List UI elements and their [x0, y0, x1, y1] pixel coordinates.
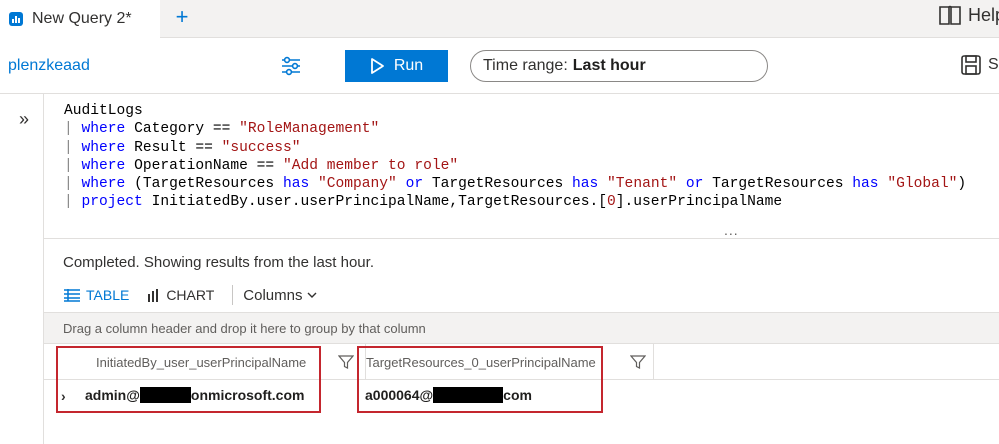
pipe-operator: | [64, 121, 82, 138]
code-string: 0 [607, 194, 616, 211]
code-string: "success" [221, 139, 301, 156]
filter-icon[interactable] [338, 354, 354, 370]
code-string: "Tenant" [607, 176, 678, 193]
code-string: "Global" [887, 176, 958, 193]
code-line[interactable]: | where Result == "success" [64, 139, 966, 157]
table-icon [64, 289, 80, 302]
code-keyword: or [685, 176, 704, 193]
code-text: OperationName == [125, 157, 283, 174]
group-by-bar[interactable]: Drag a column header and drop it here to… [44, 312, 999, 344]
tab-chart-label: CHART [166, 287, 215, 303]
run-label: Run [393, 57, 424, 74]
sliders-icon [282, 56, 300, 76]
book-icon [939, 5, 961, 25]
code-keyword: project [81, 194, 143, 211]
columns-dropdown[interactable]: Columns [243, 287, 317, 304]
editor-more-icon[interactable]: ... [724, 222, 739, 238]
add-tab-button[interactable]: + [172, 4, 192, 30]
log-analytics-icon [9, 12, 23, 26]
left-rail: » [0, 94, 44, 444]
code-line[interactable]: | project InitiatedBy.user.userPrincipal… [64, 193, 966, 211]
code-text: TargetResources [423, 176, 572, 193]
code-line[interactable]: AuditLogs [64, 102, 966, 120]
highlight-box-targetresources [357, 346, 603, 413]
code-text: (TargetResources [125, 176, 283, 193]
query-settings-button[interactable] [279, 54, 303, 78]
bar-chart-icon [148, 289, 159, 302]
code-text: ].userPrincipalName [615, 194, 783, 211]
tab-bar: New Query 2* + Help [0, 0, 999, 38]
code-string: "RoleManagement" [239, 121, 380, 138]
chevron-down-icon [307, 292, 317, 298]
code-line[interactable]: | where (TargetResources has "Company" o… [64, 175, 966, 193]
code-keyword: where [81, 139, 126, 156]
pipe-operator: | [64, 157, 82, 174]
code-text: AuditLogs [64, 103, 143, 119]
code-keyword: has [572, 176, 599, 193]
code-line[interactable]: | where OperationName == "Add member to … [64, 157, 966, 175]
code-keyword: has [852, 176, 879, 193]
expand-sidebar-icon[interactable]: » [19, 109, 29, 130]
time-range-button[interactable]: Time range: Last hour [470, 50, 768, 82]
results-status: Completed. Showing results from the last… [63, 254, 374, 271]
code-keyword: where [81, 157, 126, 174]
columns-label: Columns [243, 286, 303, 304]
query-toolbar: plenzkeaad Run Time range: Last hour S [0, 38, 999, 94]
highlight-box-initiatedby [56, 346, 321, 413]
code-text: Result == [125, 139, 222, 156]
code-keyword: has [282, 176, 310, 193]
tab-separator [232, 285, 234, 305]
query-editor[interactable]: AuditLogs | where Category == "RoleManage… [44, 94, 999, 238]
play-icon [370, 58, 384, 74]
tab-table-label: TABLE [86, 287, 130, 303]
help-button[interactable]: Help [938, 4, 999, 26]
code-text: TargetResources [703, 176, 853, 193]
tab-chart[interactable]: CHART [147, 287, 214, 303]
save-button[interactable]: S [960, 54, 999, 76]
save-label: S [988, 56, 999, 73]
code-keyword: where [81, 176, 126, 193]
run-button[interactable]: Run [345, 50, 448, 82]
code-text: InitiatedBy.user.userPrincipalName,Targe… [142, 194, 607, 211]
filter-icon[interactable] [630, 354, 646, 370]
editor-results-splitter[interactable] [44, 238, 999, 239]
tab-new-query-2[interactable]: New Query 2* [0, 0, 160, 38]
code-line[interactable]: | where Category == "RoleManagement" [64, 120, 966, 138]
help-label: Help [968, 4, 999, 25]
pipe-operator: | [64, 139, 82, 156]
code-string: "Add member to role" [282, 157, 459, 174]
query-text[interactable]: AuditLogs | where Category == "RoleManage… [64, 102, 966, 212]
time-range-prefix: Time range: [483, 57, 568, 74]
group-by-hint: Drag a column header and drop it here to… [63, 321, 426, 336]
pipe-operator: | [64, 194, 82, 211]
code-keyword: where [81, 121, 126, 138]
tab-label: New Query 2* [32, 10, 132, 27]
time-range-value: Last hour [572, 57, 646, 74]
tab-table[interactable]: TABLE [63, 287, 129, 303]
code-text: ) [957, 176, 967, 193]
results-view-tabs: TABLE CHART Columns [63, 284, 317, 306]
code-keyword: or [405, 176, 424, 193]
save-icon [961, 55, 981, 75]
code-text: Category == [125, 121, 240, 138]
pipe-operator: | [64, 176, 82, 193]
workspace-link[interactable]: plenzkeaad [8, 57, 90, 75]
code-string: "Company" [318, 176, 397, 193]
